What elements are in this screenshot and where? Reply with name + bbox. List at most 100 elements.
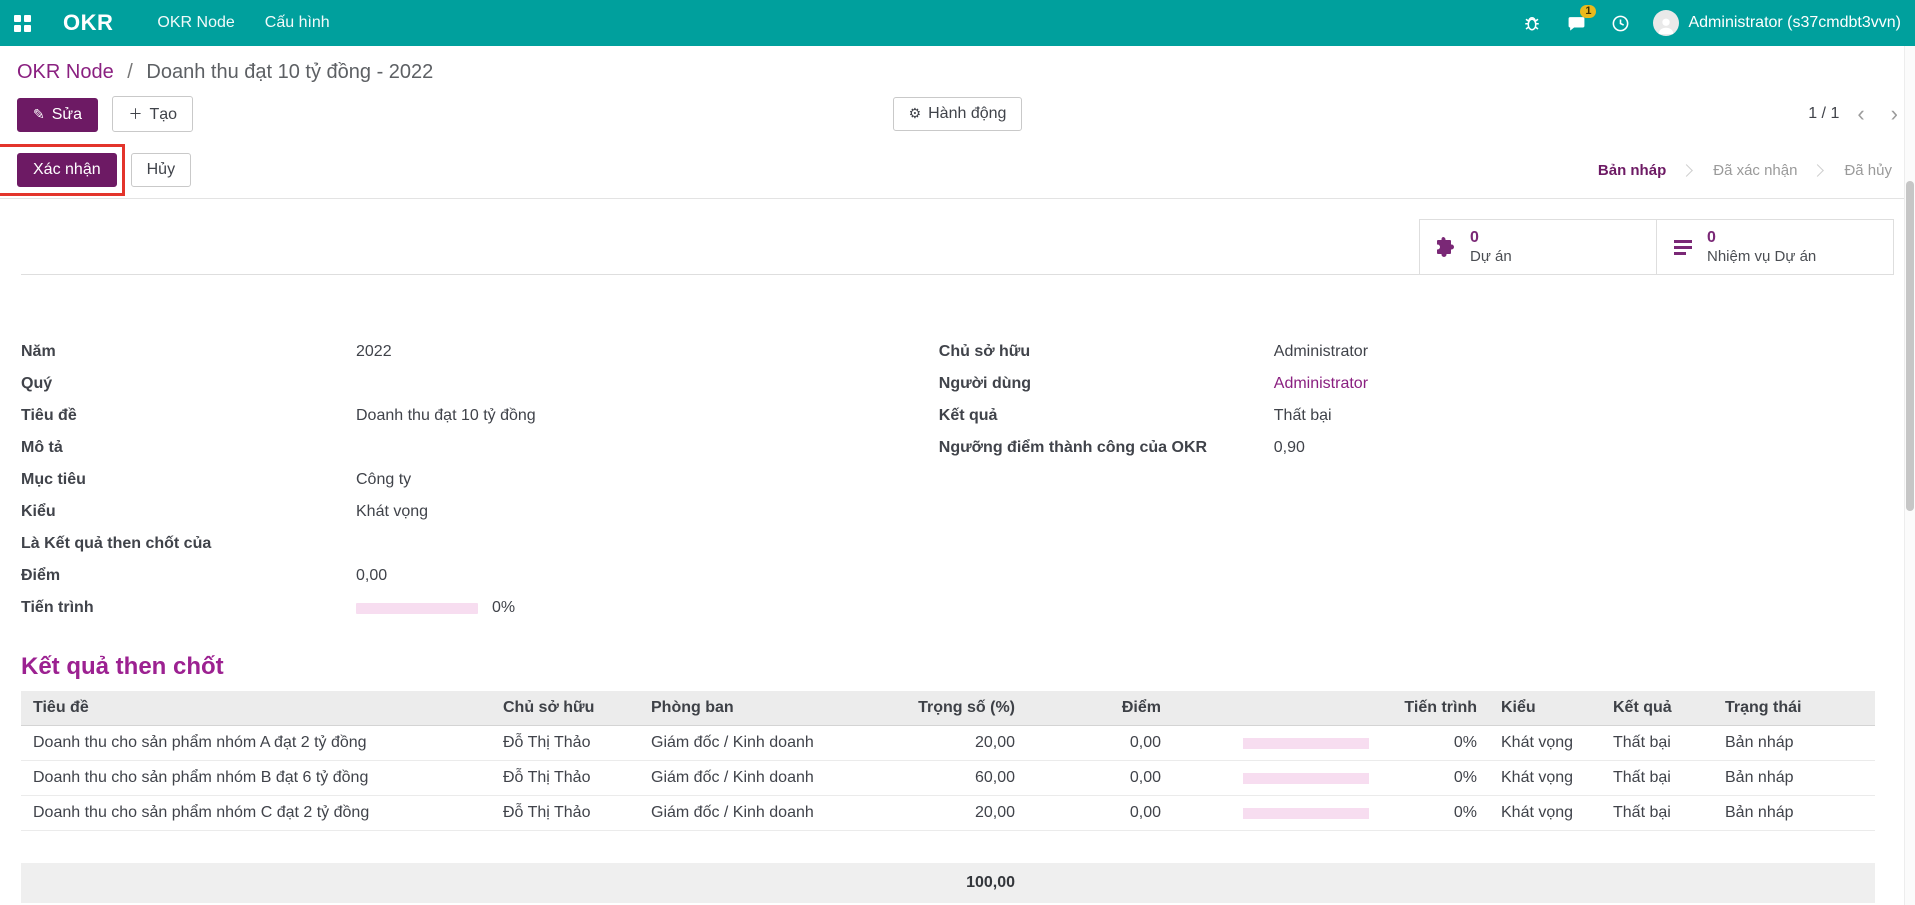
cell-weight: 20,00 (875, 726, 1027, 761)
key-results-body: Doanh thu cho sản phẩm nhóm A đạt 2 tỷ đ… (21, 726, 1875, 831)
app-brand[interactable]: OKR (63, 10, 113, 36)
field-row-threshold: Ngưỡng điểm thành công của OKR 0,90 (939, 435, 1894, 467)
user-menu[interactable]: Administrator (s37cmdbt3vvn) (1653, 10, 1901, 36)
control-center: ⚙Hành động (577, 97, 1338, 131)
pencil-icon: ✎ (33, 106, 45, 122)
menu-okr-node[interactable]: OKR Node (157, 14, 234, 32)
cell-result: Thất bại (1601, 726, 1713, 761)
column-state[interactable]: Trạng thái (1713, 691, 1875, 726)
action-button[interactable]: ⚙Hành động (893, 97, 1023, 131)
field-label: Năm (21, 339, 356, 365)
table-row[interactable]: Doanh thu cho sản phẩm nhóm B đạt 6 tỷ đ… (21, 761, 1875, 796)
debug-bug-icon[interactable] (1521, 12, 1543, 34)
statusbar: Xác nhận Hủy Bản nháp Đã xác nhận Đã hủy (0, 142, 1915, 199)
column-title[interactable]: Tiêu đề (21, 691, 491, 726)
cell-owner: Đỗ Thị Thảo (491, 726, 639, 761)
field-label: Tiêu đề (21, 403, 356, 429)
cell-owner: Đỗ Thị Thảo (491, 796, 639, 831)
table-row[interactable]: Doanh thu cho sản phẩm nhóm A đạt 2 tỷ đ… (21, 726, 1875, 761)
stat-button-strip: 0 Dự án 0 Nhiệm vụ Dự án (21, 219, 1894, 275)
column-owner[interactable]: Chủ sở hữu (491, 691, 639, 726)
step-arrow-icon (1812, 164, 1825, 177)
column-weight[interactable]: Trọng số (%) (875, 691, 1027, 726)
cell-progress: 0% (1173, 796, 1489, 831)
pager-nav: ‹ › (1857, 105, 1898, 123)
control-right: 1 / 1 ‹ › (1338, 105, 1898, 123)
tasks-list-icon (1671, 235, 1695, 259)
control-left: ✎Sửa ＋Tạo (17, 96, 577, 132)
progress-bar (356, 603, 478, 614)
scrollbar-thumb[interactable] (1906, 181, 1914, 511)
breadcrumb-separator: / (127, 61, 133, 83)
form-left-column: Năm 2022 Quý Tiêu đề Doanh thu đạt 10 tỷ… (21, 339, 939, 627)
step-confirmed[interactable]: Đã xác nhận (1707, 162, 1803, 179)
cell-state: Bản nháp (1713, 726, 1875, 761)
breadcrumb-parent-link[interactable]: OKR Node (17, 61, 114, 83)
weight-total: 100,00 (875, 863, 1027, 903)
field-value-goal: Công ty (356, 467, 411, 493)
field-value-result: Thất bại (1274, 403, 1332, 429)
field-label: Kiểu (21, 499, 356, 525)
field-label: Mô tả (21, 435, 356, 461)
column-result[interactable]: Kết quả (1601, 691, 1713, 726)
step-cancelled[interactable]: Đã hủy (1838, 162, 1898, 179)
key-results-title: Kết quả then chốt (21, 653, 1894, 681)
pager-previous-icon[interactable]: ‹ (1857, 105, 1864, 123)
messages-icon[interactable]: 1 (1565, 12, 1587, 34)
progress-bar (1243, 773, 1369, 784)
column-department[interactable]: Phòng ban (639, 691, 875, 726)
cell-score: 0,00 (1027, 726, 1173, 761)
form-fields: Năm 2022 Quý Tiêu đề Doanh thu đạt 10 tỷ… (21, 339, 1894, 627)
field-value-title: Doanh thu đạt 10 tỷ đồng (356, 403, 536, 429)
project-puzzle-icon (1434, 235, 1458, 259)
cell-state: Bản nháp (1713, 761, 1875, 796)
cell-state: Bản nháp (1713, 796, 1875, 831)
cell-department: Giám đốc / Kinh doanh (639, 796, 875, 831)
field-label: Kết quả (939, 403, 1274, 429)
table-row[interactable]: Doanh thu cho sản phẩm nhóm C đạt 2 tỷ đ… (21, 796, 1875, 831)
field-label: Chủ sở hữu (939, 339, 1274, 365)
step-draft[interactable]: Bản nháp (1592, 162, 1672, 179)
field-row-goal: Mục tiêu Công ty (21, 467, 939, 499)
pager-next-icon[interactable]: › (1891, 105, 1898, 123)
progress-value: 0% (492, 595, 515, 621)
stat-projects-label: Dự án (1470, 248, 1512, 267)
field-row-description: Mô tả (21, 435, 939, 467)
field-value-owner: Administrator (1274, 339, 1368, 365)
edit-button[interactable]: ✎Sửa (17, 98, 98, 132)
field-row-year: Năm 2022 (21, 339, 939, 371)
field-row-user: Người dùng Administrator (939, 371, 1894, 403)
cell-result: Thất bại (1601, 761, 1713, 796)
confirm-button[interactable]: Xác nhận (17, 153, 117, 187)
cancel-button[interactable]: Hủy (131, 153, 191, 187)
status-steps: Bản nháp Đã xác nhận Đã hủy (1592, 162, 1898, 179)
field-row-score: Điểm 0,00 (21, 563, 939, 595)
cell-title: Doanh thu cho sản phẩm nhóm A đạt 2 tỷ đ… (21, 726, 491, 761)
cell-title: Doanh thu cho sản phẩm nhóm C đạt 2 tỷ đ… (21, 796, 491, 831)
field-value-threshold: 0,90 (1274, 435, 1305, 461)
menu-config[interactable]: Cấu hình (265, 14, 330, 32)
progress-bar (1243, 738, 1369, 749)
stat-button-projects[interactable]: 0 Dự án (1419, 219, 1657, 274)
vertical-scrollbar[interactable] (1904, 46, 1915, 905)
column-score[interactable]: Điểm (1027, 691, 1173, 726)
pager-counter: 1 / 1 (1808, 105, 1839, 123)
column-progress[interactable]: Tiến trình (1173, 691, 1489, 726)
stat-button-project-tasks[interactable]: 0 Nhiệm vụ Dự án (1656, 219, 1894, 274)
create-button[interactable]: ＋Tạo (112, 96, 193, 132)
field-label: Điểm (21, 563, 356, 589)
cell-department: Giám đốc / Kinh doanh (639, 726, 875, 761)
user-name: Administrator (s37cmdbt3vvn) (1688, 14, 1901, 32)
apps-menu-icon[interactable] (14, 15, 31, 32)
column-kind[interactable]: Kiểu (1489, 691, 1601, 726)
cell-title: Doanh thu cho sản phẩm nhóm B đạt 6 tỷ đ… (21, 761, 491, 796)
activities-clock-icon[interactable] (1609, 12, 1631, 34)
progress-bar (1243, 808, 1369, 819)
stat-projects-count: 0 (1470, 228, 1512, 248)
field-label: Người dùng (939, 371, 1274, 397)
totals-row: 100,00 (21, 863, 1875, 903)
top-navbar: OKR OKR Node Cấu hình 1 (0, 0, 1915, 46)
breadcrumb: OKR Node / Doanh thu đạt 10 tỷ đồng - 20… (0, 46, 1915, 90)
field-row-quarter: Quý (21, 371, 939, 403)
field-value-user-link[interactable]: Administrator (1274, 371, 1368, 397)
